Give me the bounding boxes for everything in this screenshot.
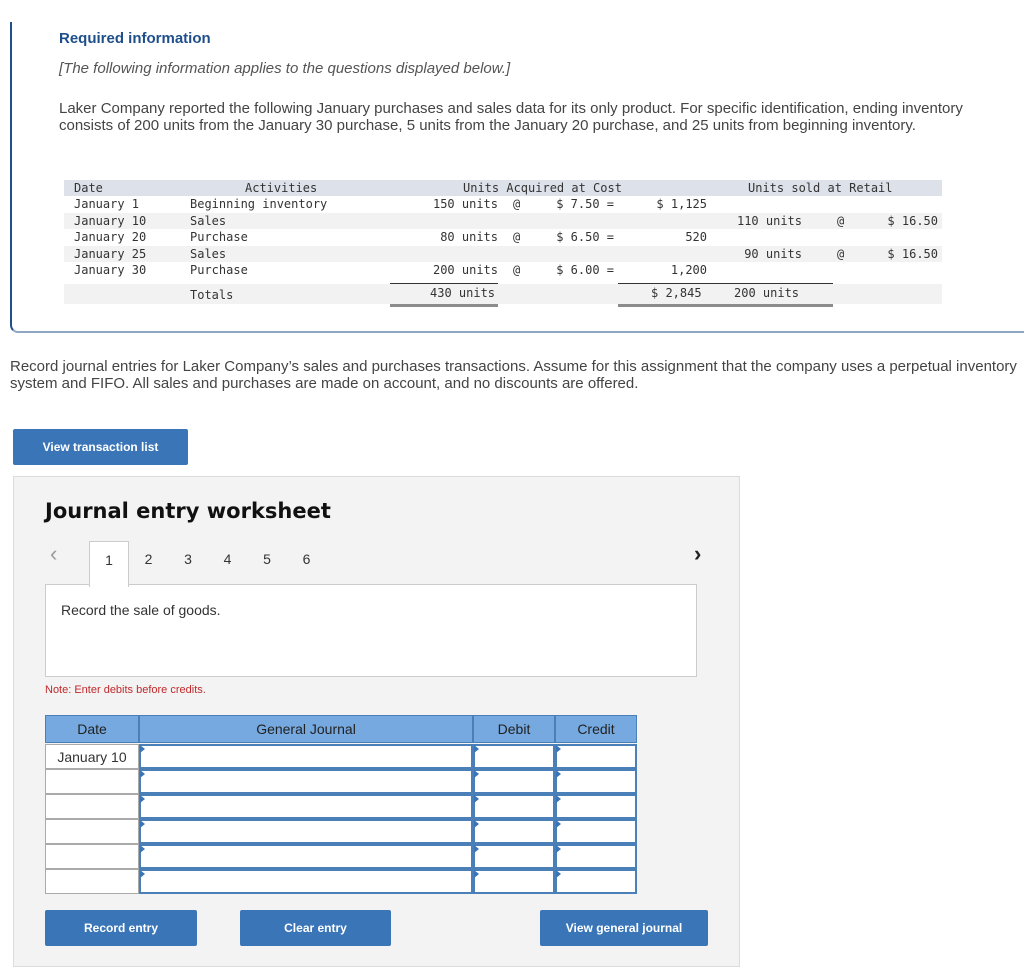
- row-acq-cost: $ 6.00 =: [556, 263, 614, 277]
- clear-entry-button[interactable]: Clear entry: [240, 910, 391, 946]
- credit-input[interactable]: [555, 744, 637, 769]
- row-sold-price: $ 16.50: [887, 213, 938, 228]
- row-acq-total: $ 1,125: [656, 197, 707, 211]
- credit-input[interactable]: [555, 844, 637, 869]
- tab-entry-5[interactable]: 5: [247, 541, 287, 585]
- account-input[interactable]: [139, 819, 473, 844]
- totals-acq-total: $ 2,845: [651, 286, 702, 300]
- table-row: January 30 Purchase 200 units @ $ 6.00 = 1,20…: [64, 262, 942, 278]
- row-date: January 1: [74, 197, 140, 211]
- column-header-date: Date: [45, 715, 139, 743]
- column-header-general-journal: General Journal: [139, 715, 473, 743]
- credit-input[interactable]: [555, 769, 637, 794]
- debit-input[interactable]: [473, 844, 555, 869]
- debit-input[interactable]: [473, 744, 555, 769]
- worksheet-title: Journal entry worksheet: [45, 499, 331, 523]
- table-row: January 10 Sales 110 units @ $ 16.50: [64, 212, 942, 229]
- table-header-row: Date Activities Units Acquired at Cost U…: [64, 180, 942, 196]
- debits-note: Note: Enter debits before credits.: [45, 684, 206, 696]
- credit-input[interactable]: [555, 819, 637, 844]
- row-sold-at: @: [837, 246, 845, 261]
- account-input[interactable]: [139, 794, 473, 819]
- row-acq-total: 520: [685, 230, 707, 244]
- tab-entry-2[interactable]: 2: [129, 541, 169, 585]
- view-transaction-list-button[interactable]: View transaction list: [13, 429, 188, 465]
- debit-input[interactable]: [473, 769, 555, 794]
- totals-acq-units: 430 units: [430, 286, 496, 300]
- journal-row-date: [45, 794, 139, 819]
- required-info-body: Laker Company reported the following Jan…: [59, 100, 963, 134]
- row-acq-at: @: [513, 197, 521, 211]
- next-chevron-icon[interactable]: ›: [694, 541, 701, 567]
- journal-row-date: [45, 769, 139, 794]
- row-acq-cost: $ 7.50 =: [556, 197, 614, 211]
- totals-sold-units: 200 units: [734, 286, 800, 300]
- view-general-journal-button[interactable]: View general journal: [540, 910, 708, 946]
- row-activity: Purchase: [190, 230, 248, 244]
- required-info-title: Required information: [59, 30, 211, 47]
- table-row: January 1 Beginning inventory 150 units @ $ …: [64, 196, 942, 212]
- row-date: January 20: [74, 230, 147, 244]
- row-acq-cost: $ 6.50 =: [556, 230, 614, 244]
- totals-row: Totals 430 units $ 2,845 200 units: [64, 284, 942, 304]
- tab-entry-3[interactable]: 3: [168, 541, 208, 585]
- debit-input[interactable]: [473, 869, 555, 894]
- journal-entry-worksheet: Journal entry worksheet ‹ 123456 › Recor…: [13, 476, 740, 967]
- tab-entry-4[interactable]: 4: [208, 541, 248, 585]
- column-header-credit: Credit: [555, 715, 637, 743]
- row-acq-units: 150 units: [432, 197, 498, 211]
- column-header-debit: Debit: [473, 715, 555, 743]
- underline-acq-total: [618, 283, 833, 284]
- row-acq-at: @: [513, 263, 521, 277]
- row-activity: Purchase: [190, 263, 248, 277]
- account-input[interactable]: [139, 869, 473, 894]
- row-sold-units: 110 units: [736, 213, 802, 228]
- row-activity: Sales: [190, 246, 227, 261]
- journal-row-date: [45, 844, 139, 869]
- transaction-description: Record the sale of goods.: [61, 602, 221, 618]
- row-sold-at: @: [837, 213, 845, 228]
- row-activity: Beginning inventory: [190, 197, 328, 211]
- row-acq-units: 80 units: [440, 230, 498, 244]
- header-acquired: Units Acquired at Cost: [463, 181, 622, 195]
- row-date: January 25: [74, 246, 147, 261]
- credit-input[interactable]: [555, 869, 637, 894]
- header-sold: Units sold at Retail: [748, 181, 893, 195]
- row-date: January 30: [74, 263, 147, 277]
- double-underline-acq-units: [390, 304, 498, 307]
- row-acq-at: @: [513, 230, 521, 244]
- account-input[interactable]: [139, 744, 473, 769]
- debit-input[interactable]: [473, 819, 555, 844]
- row-acq-total: 1,200: [670, 263, 707, 277]
- required-info-subtitle: [The following information applies to th…: [59, 60, 511, 77]
- tab-entry-6[interactable]: 6: [287, 541, 327, 585]
- journal-row-date: [45, 869, 139, 894]
- transaction-description-box: Record the sale of goods.: [45, 584, 697, 677]
- journal-row-date: January 10: [45, 744, 139, 769]
- row-activity: Sales: [190, 213, 227, 228]
- record-entry-button[interactable]: Record entry: [45, 910, 197, 946]
- row-date: January 10: [74, 213, 147, 228]
- double-underline-totals: [618, 304, 833, 307]
- account-input[interactable]: [139, 769, 473, 794]
- header-activities: Activities: [245, 181, 318, 195]
- table-row: January 25 Sales 90 units @ $ 16.50: [64, 245, 942, 262]
- header-date: Date: [74, 181, 103, 195]
- table-row: January 20 Purchase 80 units @ $ 6.50 = 520: [64, 229, 942, 245]
- row-sold-price: $ 16.50: [887, 246, 938, 261]
- underline-acq-units: [390, 283, 498, 284]
- credit-input[interactable]: [555, 794, 637, 819]
- account-input[interactable]: [139, 844, 473, 869]
- row-sold-units: 90 units: [744, 246, 802, 261]
- debit-input[interactable]: [473, 794, 555, 819]
- tab-entry-1[interactable]: 1: [89, 541, 129, 587]
- totals-label: Totals: [190, 288, 234, 302]
- prev-chevron-icon[interactable]: ‹: [50, 541, 57, 567]
- row-acq-units: 200 units: [432, 263, 498, 277]
- instructions-text: Record journal entries for Laker Company…: [10, 358, 1017, 392]
- journal-row-date: [45, 819, 139, 844]
